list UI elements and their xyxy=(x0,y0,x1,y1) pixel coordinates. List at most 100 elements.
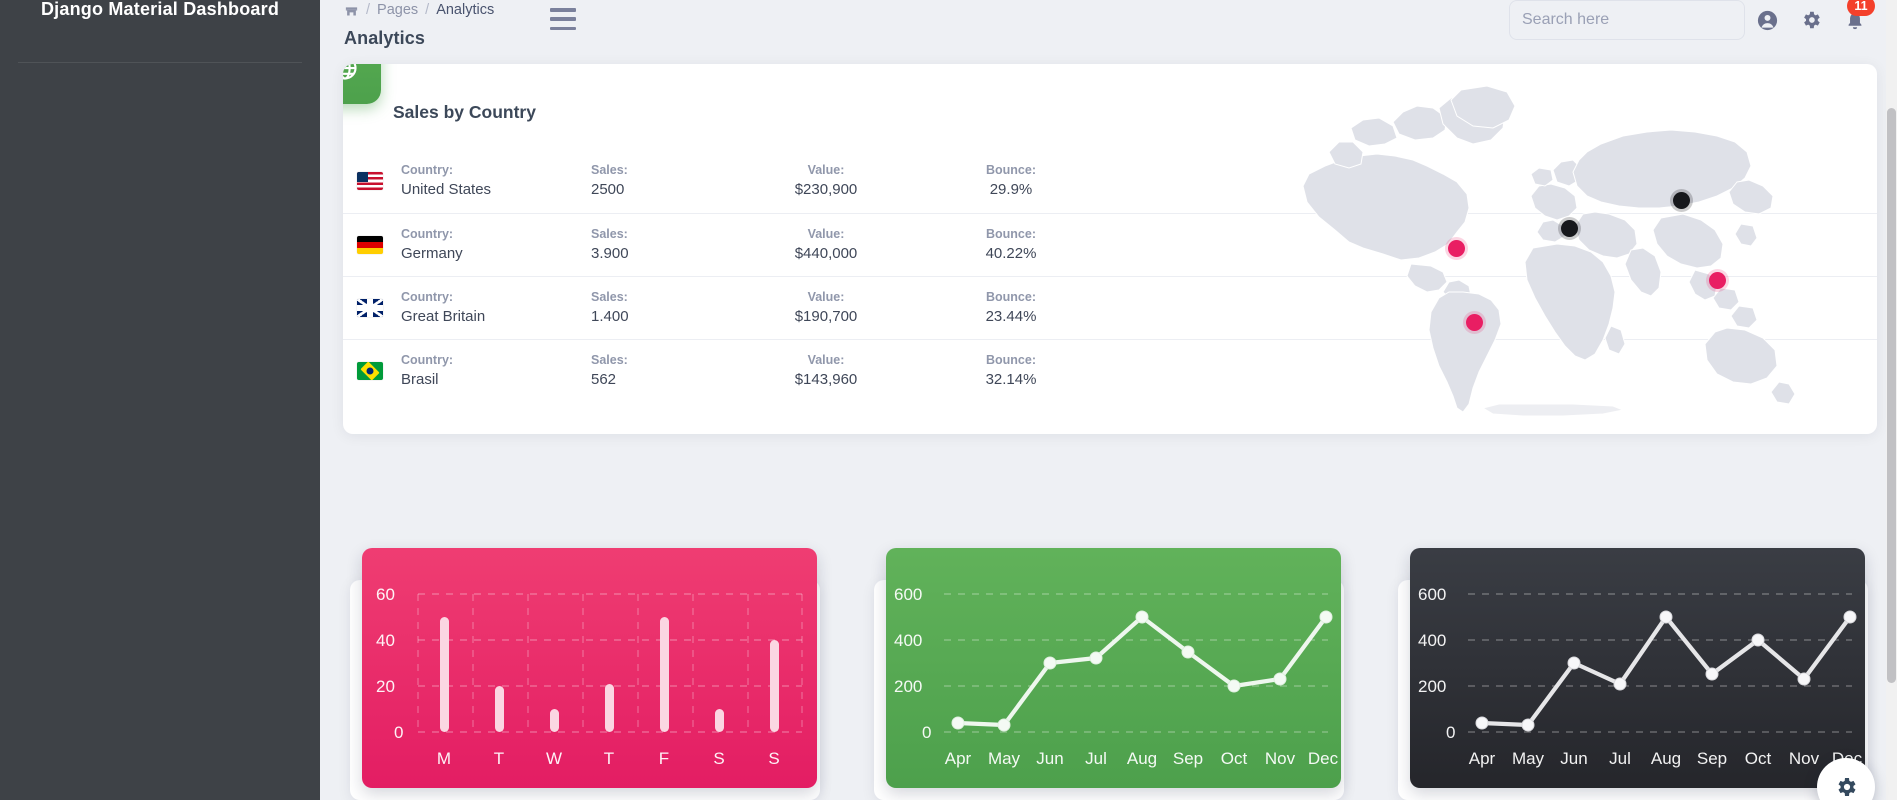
row-country-cell: Country: Great Britain xyxy=(401,276,591,339)
breadcrumb: / Pages / Analytics xyxy=(344,0,494,20)
burger-bar-2 xyxy=(550,17,577,21)
breadcrumb-block: / Pages / Analytics Analytics xyxy=(344,0,494,49)
daily-sales-chart: 600 400 200 0 Apr May Jun Jul Aug Sep Oc… xyxy=(874,548,1344,800)
point-may xyxy=(1521,718,1535,732)
xtick-aug: Aug xyxy=(1127,749,1157,768)
label-value: Value: xyxy=(807,352,845,367)
daily-sales-line xyxy=(955,614,1329,728)
burger-bar-1 xyxy=(550,8,577,12)
completed-tasks-panel[interactable]: 600 400 200 0 Apr May Jun Jul Aug Sep Oc… xyxy=(1410,548,1865,788)
point-oct xyxy=(1751,633,1765,647)
label-country: Country: xyxy=(401,226,454,241)
xtick-apr: Apr xyxy=(1469,749,1496,768)
row-country-cell: Country: Germany xyxy=(401,213,591,276)
label-sales: Sales: xyxy=(591,352,628,367)
label-value: Value: xyxy=(807,226,845,241)
ytick-40: 40 xyxy=(376,631,395,650)
ytick-400: 400 xyxy=(1418,631,1446,650)
marker-united-states[interactable] xyxy=(1448,240,1465,257)
point-apr xyxy=(1475,716,1489,730)
sidebar: Django Material Dashboard xyxy=(0,0,320,800)
row-country-cell: Country: Brasil xyxy=(401,339,591,402)
bar-saturday xyxy=(715,709,724,732)
completed-tasks-chart: 600 400 200 0 Apr May Jun Jul Aug Sep Oc… xyxy=(1398,548,1868,800)
ytick-0: 0 xyxy=(1446,723,1455,742)
account-icon[interactable] xyxy=(1745,0,1789,40)
point-jun xyxy=(1567,656,1581,670)
flag-germany-icon xyxy=(357,235,383,254)
row-flag-cell xyxy=(343,150,401,213)
row-flag-cell xyxy=(343,339,401,402)
point-nov xyxy=(1797,672,1811,686)
row-value-cell: Value: $230,900 xyxy=(731,150,921,213)
ytick-0: 0 xyxy=(394,723,403,742)
row-sales-cell: Sales: 562 xyxy=(591,339,731,402)
home-icon[interactable] xyxy=(344,3,359,18)
row-bounce-cell: Bounce: 40.22% xyxy=(921,213,1101,276)
xtick-may: May xyxy=(988,749,1021,768)
point-aug xyxy=(1659,610,1673,624)
label-country: Country: xyxy=(401,289,454,304)
xtick-w: W xyxy=(546,749,562,768)
xtick-sep: Sep xyxy=(1173,749,1203,768)
point-apr xyxy=(951,716,965,730)
value-bounce: 32.14% xyxy=(985,370,1037,388)
notification-badge: 11 xyxy=(1847,0,1875,16)
sales-by-country-card: Sales by Country Country: United States … xyxy=(343,64,1877,434)
label-value: Value: xyxy=(807,163,845,178)
point-dec xyxy=(1319,610,1333,624)
row-value-cell: Value: $440,000 xyxy=(731,213,921,276)
notifications-bell-icon[interactable]: 11 xyxy=(1833,0,1877,40)
marker-south-east-asia[interactable] xyxy=(1709,272,1726,289)
point-dec xyxy=(1843,610,1857,624)
marker-germany[interactable] xyxy=(1561,220,1578,237)
search-input[interactable] xyxy=(1509,0,1745,40)
xtick-s2: S xyxy=(768,749,779,768)
row-bounce-cell: Bounce: 32.14% xyxy=(921,339,1101,402)
xtick-aug: Aug xyxy=(1651,749,1681,768)
row-sales-cell: Sales: 1.400 xyxy=(591,276,731,339)
value-sales: 562 xyxy=(591,370,617,388)
label-country: Country: xyxy=(401,163,454,178)
flag-united-states-icon xyxy=(357,172,383,191)
marker-brazil[interactable] xyxy=(1466,314,1483,331)
marker-russia[interactable] xyxy=(1673,192,1690,209)
label-bounce: Bounce: xyxy=(986,289,1036,304)
ytick-400: 400 xyxy=(894,631,922,650)
point-aug xyxy=(1135,610,1149,624)
dashboard-app: Django Material Dashboard / Pages / Anal xyxy=(0,0,1897,800)
sidebar-brand[interactable]: Django Material Dashboard xyxy=(0,0,320,18)
header-actions: 11 xyxy=(1509,0,1877,40)
row-value-cell: Value: $143,960 xyxy=(731,339,921,402)
ytick-60: 60 xyxy=(376,585,395,604)
point-jul xyxy=(1089,651,1103,665)
value-sales: 3.900 xyxy=(591,244,629,262)
flag-brasil-icon xyxy=(357,361,383,380)
value-value: $440,000 xyxy=(794,244,858,262)
daily-sales-panel[interactable]: 600 400 200 0 Apr May Jun Jul Aug Sep Oc… xyxy=(886,548,1341,788)
value-bounce: 40.22% xyxy=(985,244,1037,262)
breadcrumb-item-analytics[interactable]: Analytics xyxy=(436,2,494,18)
bar-sunday xyxy=(770,640,779,732)
row-sales-cell: Sales: 2500 xyxy=(591,150,731,213)
scrollbar-thumb[interactable] xyxy=(1887,108,1896,683)
label-country: Country: xyxy=(401,352,454,367)
value-bounce: 29.9% xyxy=(989,181,1033,199)
settings-gear-icon[interactable] xyxy=(1789,0,1833,40)
value-sales: 1.400 xyxy=(591,307,629,325)
xtick-t1: T xyxy=(494,749,504,768)
ytick-200: 200 xyxy=(1418,677,1446,696)
charts-row: 60 40 20 0 M T W T F S S 600 400 200 0 A… xyxy=(343,548,1877,800)
breadcrumb-item-pages[interactable]: Pages xyxy=(377,2,418,18)
point-may xyxy=(997,718,1011,732)
hamburger-menu-icon[interactable] xyxy=(550,8,577,30)
website-views-panel[interactable]: 60 40 20 0 M T W T F S S xyxy=(362,548,817,788)
burger-bar-3 xyxy=(550,26,577,30)
label-bounce: Bounce: xyxy=(986,352,1036,367)
notification-count: 11 xyxy=(1854,0,1868,13)
xtick-jul: Jul xyxy=(1609,749,1631,768)
value-country: Germany xyxy=(401,244,463,262)
xtick-f: F xyxy=(659,749,669,768)
page-scrollbar[interactable] xyxy=(1886,0,1897,800)
point-jul xyxy=(1613,677,1627,691)
